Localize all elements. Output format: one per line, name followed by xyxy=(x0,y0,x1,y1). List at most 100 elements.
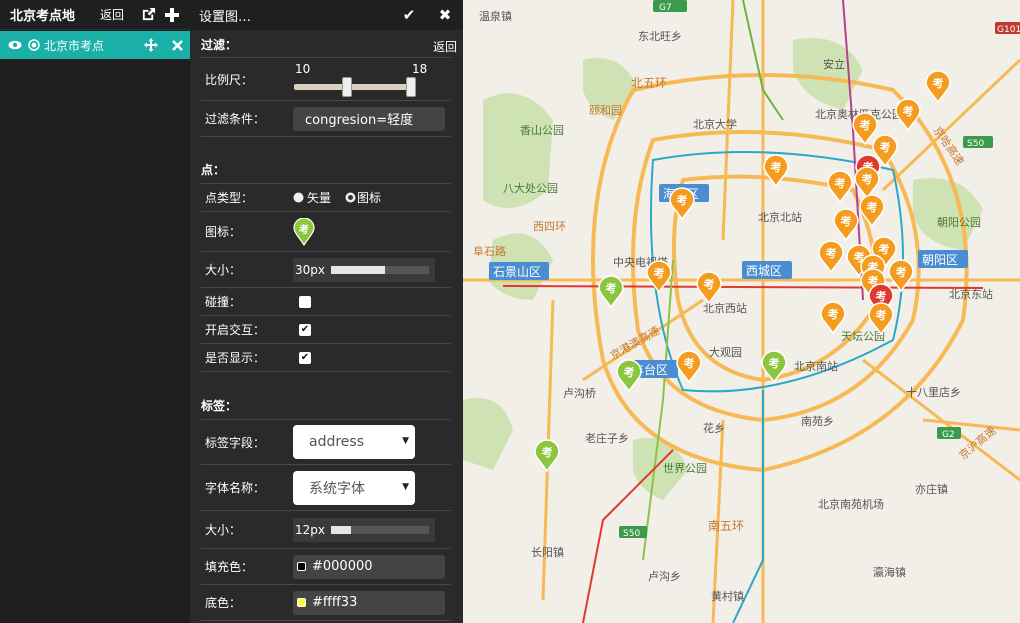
exam-marker-orange[interactable]: 考 xyxy=(833,208,859,242)
eye-icon[interactable] xyxy=(8,40,24,50)
map-label: 长阳镇 xyxy=(531,545,564,559)
scale-max-handle[interactable] xyxy=(406,77,416,97)
scale-slider-track xyxy=(294,84,414,90)
filter-condition-input[interactable]: congresion=轻度 xyxy=(293,106,445,131)
confirm-icon[interactable]: ✔ xyxy=(391,6,427,24)
map-label: 安立 xyxy=(823,57,845,71)
marker-glyph: 考 xyxy=(684,356,695,370)
marker-glyph: 考 xyxy=(867,200,878,214)
scale-min-handle[interactable] xyxy=(342,77,352,97)
point-type-icon-label: 图标 xyxy=(357,191,382,205)
collision-row: 碰撞： xyxy=(201,288,451,316)
marker-glyph: 考 xyxy=(826,246,837,260)
font-name-select[interactable]: 系统字体 ▼ xyxy=(293,470,415,505)
label-size-label: 大小： xyxy=(205,523,242,537)
exam-marker-orange[interactable]: 考 xyxy=(669,187,695,221)
label-size-fill xyxy=(331,525,351,534)
visible-checkbox[interactable]: ✔ xyxy=(299,351,311,364)
map-label: 大观园 xyxy=(709,345,742,359)
scale-max-value: 18 xyxy=(412,62,428,76)
scale-row: 比例尺： 10 18 xyxy=(201,57,451,101)
bg-color-label: 底色： xyxy=(205,596,242,610)
exam-marker-orange[interactable]: 考 xyxy=(676,350,702,384)
marker-glyph: 考 xyxy=(828,307,839,321)
point-size-label: 大小： xyxy=(205,263,242,277)
map-canvas[interactable]: 温泉镇 东北旺乡 北五环 颐和园 北京大学 香山公园 八大处公园 西四环 阜石路… xyxy=(463,0,1020,623)
fill-color-input[interactable]: #000000 xyxy=(293,554,445,579)
marker-glyph: 考 xyxy=(677,193,688,207)
collision-label: 碰撞： xyxy=(205,295,242,309)
point-type-row: 点类型： 矢量 图标 xyxy=(201,183,451,212)
export-icon[interactable] xyxy=(136,7,160,22)
map-label: 世界公园 xyxy=(663,462,707,475)
bg-color-value: #ffff33 xyxy=(312,595,358,610)
scale-range-slider[interactable]: 10 18 xyxy=(291,57,427,101)
layer-radio[interactable] xyxy=(28,39,42,51)
marker-glyph: 考 xyxy=(933,76,944,90)
exam-marker-orange[interactable]: 考 xyxy=(820,301,846,335)
map-view[interactable]: 温泉镇 东北旺乡 北五环 颐和园 北京大学 香山公园 八大处公园 西四环 阜石路… xyxy=(463,0,1020,623)
visible-label: 是否显示： xyxy=(205,351,266,365)
caret-down-icon: ▼ xyxy=(402,481,409,492)
exam-marker-green[interactable]: 考 xyxy=(534,439,560,473)
label-field-row: 标签字段： address ▼ xyxy=(201,419,451,465)
point-type-icon-radio[interactable]: 图标 xyxy=(345,189,381,206)
interact-checkbox[interactable]: ✔ xyxy=(299,323,311,336)
bg-color-input[interactable]: #ffff33 xyxy=(293,590,445,615)
exam-marker-orange[interactable]: 考 xyxy=(888,259,914,293)
map-label: 阜石路 xyxy=(473,245,506,258)
layer-item-beijing[interactable]: 北京市考点 xyxy=(0,31,190,59)
font-name-value: 系统字体 xyxy=(309,480,365,497)
exam-marker-orange[interactable]: 考 xyxy=(925,70,951,104)
exam-marker-orange[interactable]: 考 xyxy=(696,271,722,305)
marker-glyph: 考 xyxy=(771,160,782,174)
label-field-value: address xyxy=(309,434,365,450)
back-button[interactable]: 返回 xyxy=(100,6,124,23)
caret-down-icon: ▼ xyxy=(402,436,409,446)
scale-label: 比例尺： xyxy=(205,72,254,87)
point-size-slider[interactable]: 30px xyxy=(293,257,435,282)
map-label: 朝阳公园 xyxy=(937,216,981,229)
label-size-row: 大小： 12px xyxy=(201,511,451,549)
exam-marker-orange[interactable]: 考 xyxy=(895,98,921,132)
exam-marker-orange[interactable]: 考 xyxy=(854,166,880,200)
map-label: 北五环 xyxy=(631,76,667,90)
point-type-vector-radio[interactable]: 矢量 xyxy=(293,189,331,206)
filter-back-button[interactable]: 返回 xyxy=(433,38,457,55)
exam-marker-orange[interactable]: 考 xyxy=(859,194,885,228)
exam-marker-orange[interactable]: 考 xyxy=(852,112,878,146)
label-size-slider[interactable]: 12px xyxy=(293,517,435,542)
layer-panel-title: 北京考点地 xyxy=(10,9,76,24)
collision-checkbox[interactable] xyxy=(299,295,311,308)
add-icon[interactable] xyxy=(160,7,184,22)
map-label: 北京南站 xyxy=(794,359,838,373)
map-label: 温泉镇 xyxy=(479,9,512,23)
marker-glyph: 考 xyxy=(876,308,887,322)
exam-marker-green[interactable]: 考 xyxy=(598,275,624,309)
exam-marker-orange[interactable]: 考 xyxy=(827,170,853,204)
move-icon[interactable] xyxy=(138,38,164,52)
close-icon[interactable]: ✖ xyxy=(427,6,463,24)
delete-icon[interactable] xyxy=(164,39,190,51)
exam-marker-orange[interactable]: 考 xyxy=(818,240,844,274)
marker-glyph: 考 xyxy=(879,242,890,256)
exam-marker-orange[interactable]: 考 xyxy=(763,154,789,188)
marker-glyph: 考 xyxy=(880,140,891,154)
map-label: 八大处公园 xyxy=(503,181,558,195)
marker-glyph: 考 xyxy=(654,266,665,280)
marker-glyph: 考 xyxy=(624,365,635,379)
settings-panel: 设置图… ✔ ✖ 过滤： 返回 比例尺： 10 18 过滤条件： congres… xyxy=(190,0,463,623)
settings-title: 设置图… xyxy=(199,9,252,25)
point-icon-picker[interactable]: 考 xyxy=(293,216,317,246)
visible-check-mark: ✔ xyxy=(300,351,310,363)
point-size-fill xyxy=(331,265,385,274)
bg-color-row: 底色： #ffff33 xyxy=(201,585,451,621)
map-label: 老庄子乡 xyxy=(585,431,629,445)
map-label: 京沪高速 xyxy=(956,423,999,462)
exam-marker-green[interactable]: 考 xyxy=(616,359,642,393)
label-section-header: 标签： xyxy=(201,399,238,413)
settings-header: 设置图… ✔ ✖ xyxy=(190,0,463,30)
label-field-select[interactable]: address ▼ xyxy=(293,425,415,459)
fill-color-label: 填充色： xyxy=(205,560,254,574)
map-label: 卢沟乡 xyxy=(648,570,681,583)
